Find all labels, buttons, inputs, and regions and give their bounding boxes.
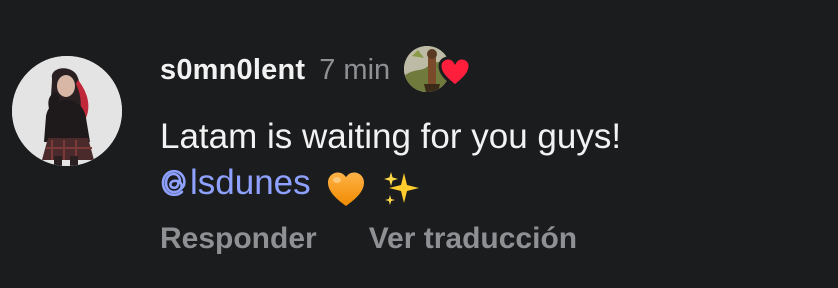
user-avatar-image (12, 56, 122, 166)
mention-link[interactable]: lsdunes (160, 160, 311, 206)
comment-body: Latam is waiting for you guys! lsdunes (160, 114, 621, 206)
user-avatar[interactable] (12, 56, 122, 166)
comment-text-line2: lsdunes (160, 160, 621, 206)
translate-button[interactable]: Ver traducción (369, 222, 577, 256)
comment-actions: Responder Ver traducción (160, 218, 577, 260)
mention-username: lsdunes (190, 163, 311, 202)
sparkles-icon (384, 171, 420, 205)
comment-header: s0mn0lent 7 min (160, 44, 472, 96)
threads-icon (161, 169, 186, 197)
reply-button[interactable]: Responder (160, 222, 317, 256)
author-liked-indicator (404, 44, 472, 96)
comment-card: s0mn0lent 7 min Latam is waiting for you… (0, 0, 838, 288)
username-link[interactable]: s0mn0lent (160, 54, 305, 87)
heart-icon (438, 56, 472, 88)
orange-heart-icon (328, 172, 365, 206)
timestamp: 7 min (319, 53, 391, 86)
comment-text: Latam is waiting for you guys! (160, 117, 622, 156)
